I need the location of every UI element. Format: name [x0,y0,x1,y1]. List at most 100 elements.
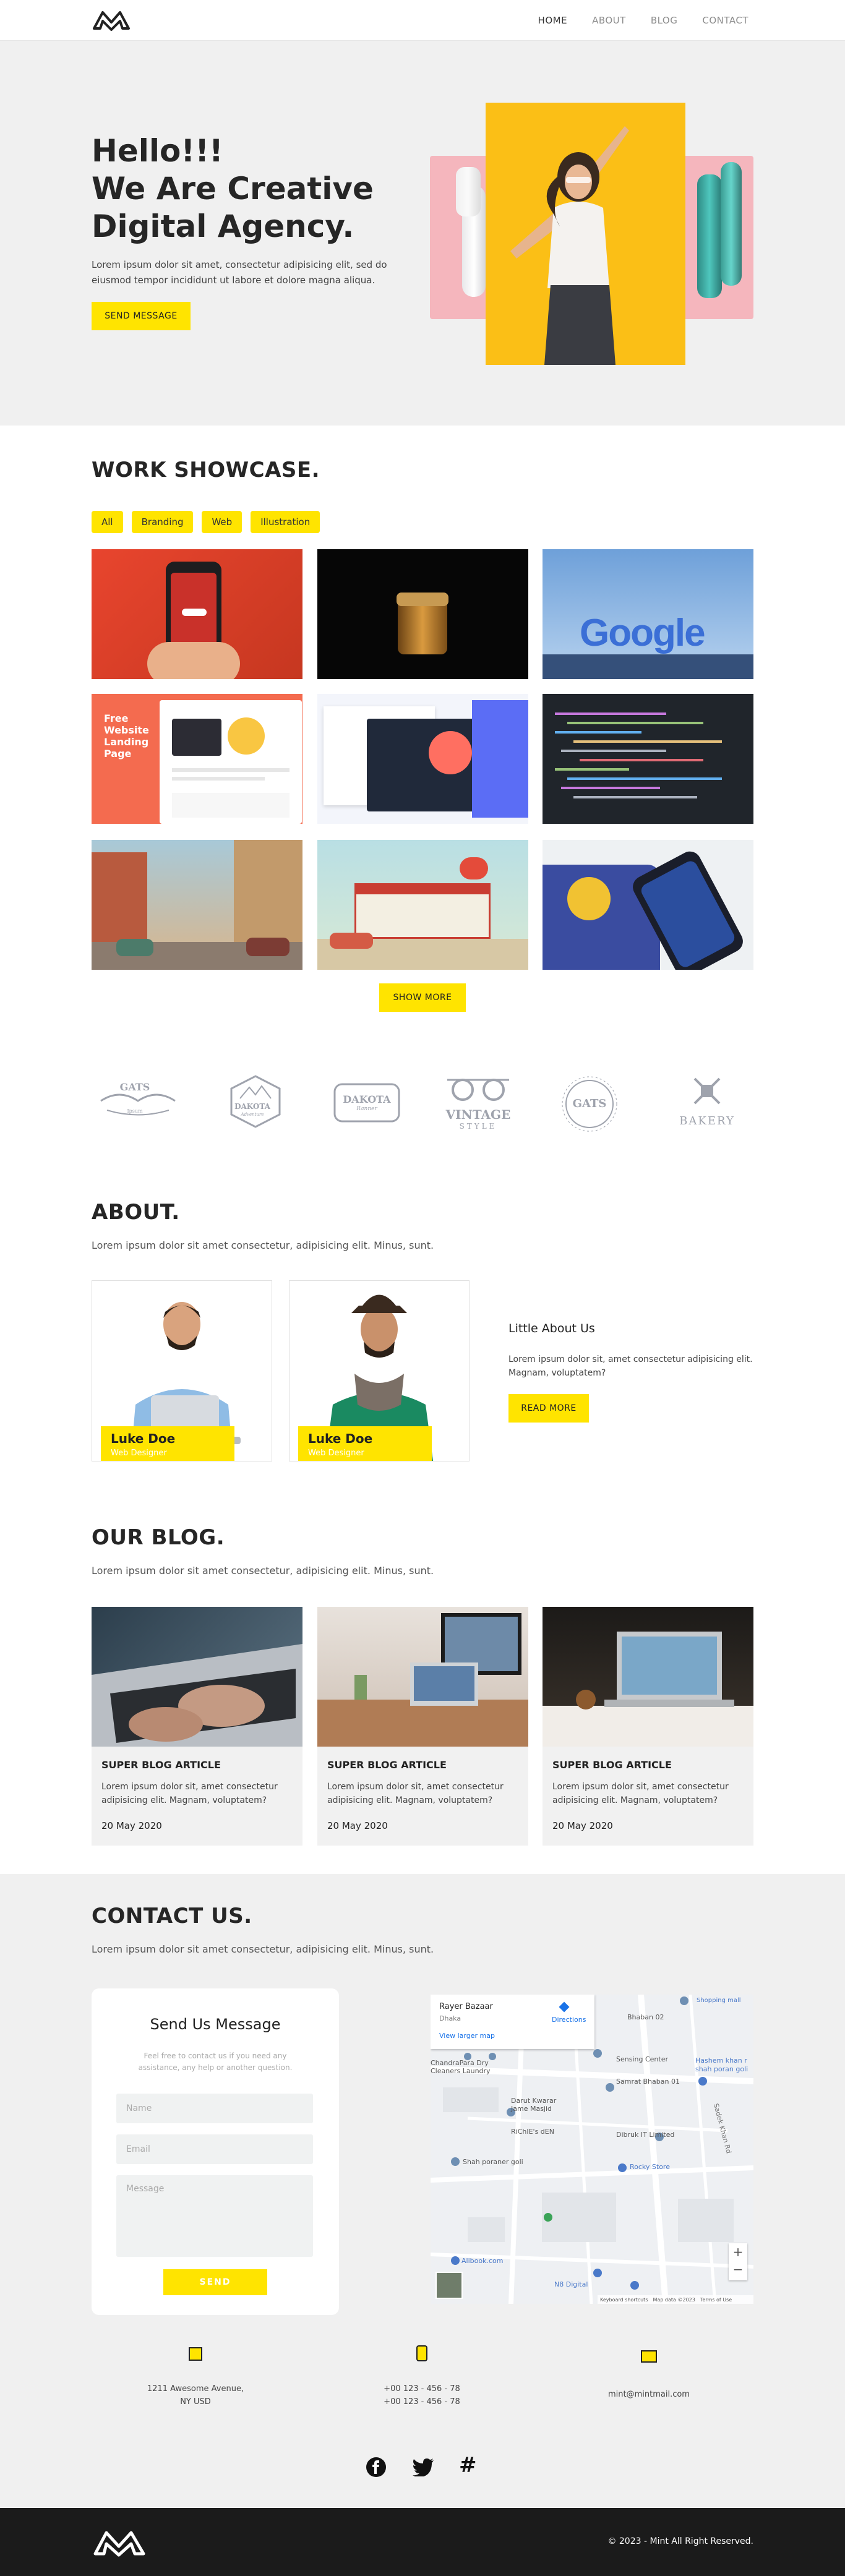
menu-about[interactable]: ABOUT [592,15,626,26]
directions-icon[interactable] [559,2001,570,2013]
brand-logo-bakery: BAKERY [670,1072,744,1128]
portfolio-item[interactable] [543,840,753,970]
brand-logo-dakota: DAKOTA Adventure [225,1074,286,1132]
bottle-image [721,162,742,286]
dancing-woman-illustration [510,126,629,365]
map-label: Shopping mall [697,1997,741,2004]
map-satellite-toggle[interactable] [435,2272,463,2299]
blog-card-title[interactable]: SUPER BLOG ARTICLE [101,1759,221,1771]
brand-logo-gats-badge: GATS [555,1070,624,1140]
copyright-text: © 2023 - Mint All Right Reserved. [607,2536,753,2546]
filter-web[interactable]: Web [202,511,242,533]
hero-line-3: Digital Agency. [92,208,354,244]
phone-icon [416,2345,427,2361]
map-label: shah poran goli [695,2065,748,2073]
map-label: N8 Digital [554,2280,588,2288]
about-side-title: Little About Us [508,1322,595,1335]
blog-image [92,1607,302,1747]
name-field[interactable]: Name [116,2094,313,2123]
twitter-icon[interactable] [412,2458,434,2476]
blog-card-date: 20 May 2020 [552,1820,613,1831]
google-map[interactable]: Rayer Bazaar Dhaka View larger map Direc… [431,1995,753,2304]
portfolio-item[interactable] [317,694,528,824]
team-card: Luke Doe Web Designer [289,1280,470,1461]
location-icon [189,2347,202,2361]
main-menu: HOME ABOUT BLOG CONTACT [538,15,748,26]
team-card: Luke Doe Web Designer [92,1280,272,1461]
show-more-button[interactable]: SHOW MORE [379,983,466,1012]
map-label: Alibook.com [461,2257,504,2265]
logo-icon[interactable] [92,7,131,32]
hero-photo [486,103,685,365]
portfolio-item[interactable]: Google [543,549,753,679]
send-message-button[interactable]: SEND MESSAGE [92,302,191,330]
about-side-text: Lorem ipsum dolor sit, amet consectetur … [508,1354,753,1378]
blog-card-title[interactable]: SUPER BLOG ARTICLE [552,1759,672,1771]
google-sign: Google [580,612,706,654]
filter-illustration[interactable]: Illustration [251,511,320,533]
blog-lead: Lorem ipsum dolor sit amet consectetur, … [92,1565,434,1577]
map-terms-link[interactable]: Terms of Use [700,2297,732,2303]
blog-title: OUR BLOG. [92,1525,225,1550]
filter-all[interactable]: All [92,511,123,533]
filter-branding[interactable]: Branding [131,511,194,533]
blog-card-date: 20 May 2020 [327,1820,388,1831]
blog-card[interactable]: SUPER BLOG ARTICLE Lorem ipsum dolor sit… [317,1607,528,1846]
blog-card-text: Lorem ipsum dolor sit, amet consectetur … [101,1782,278,1805]
map-city: Dhaka [439,2014,461,2022]
portfolio-item[interactable] [92,840,302,970]
view-larger-map-link[interactable]: View larger map [439,2032,495,2040]
team-member-name: Luke Doe [308,1431,373,1446]
zoom-out-button[interactable]: − [729,2262,747,2277]
portfolio-item[interactable]: Free Website Landing Page [92,694,302,824]
contact-email[interactable]: mint@mintmail.com [588,2390,710,2399]
mail-icon [641,2350,657,2363]
portfolio-item[interactable] [317,549,528,679]
menu-contact[interactable]: CONTACT [702,15,748,26]
form-title: Send Us Message [150,2016,281,2033]
blog-card-text: Lorem ipsum dolor sit, amet consectetur … [327,1782,504,1805]
directions-link[interactable]: Directions [552,2016,586,2024]
email-field[interactable]: Email [116,2134,313,2164]
brand-logo-dakota-ranner: DAKOTA Ranner [333,1082,401,1126]
map-label: Sensing Center [616,2055,668,2063]
map-label: Rocky Store [630,2163,670,2171]
message-field[interactable]: Message [116,2175,313,2257]
hero-line-2: We Are Creative [92,171,374,207]
landing-page-label: Free Website Landing Page [104,712,149,760]
menu-blog[interactable]: BLOG [651,15,678,26]
blog-image [317,1607,528,1747]
about-title: ABOUT. [92,1200,180,1225]
blog-card[interactable]: SUPER BLOG ARTICLE Lorem ipsum dolor sit… [92,1607,302,1846]
hashtag-icon[interactable]: # [459,2453,477,2478]
portfolio-item[interactable] [92,549,302,679]
map-label: Hashem khan r [695,2056,747,2065]
hero-section: Hello!!! We Are Creative Digital Agency.… [0,41,845,426]
read-more-button[interactable]: READ MORE [508,1394,589,1423]
send-button[interactable]: SEND [163,2269,267,2295]
map-label: Shah poraner goli [463,2158,523,2166]
footer-logo-icon[interactable] [92,2527,147,2557]
phone-line-1[interactable]: +00 123 - 456 - 78 [384,2384,460,2394]
hero-line-1: Hello!!! [92,133,223,169]
portfolio-item[interactable] [543,694,753,824]
map-label: Darut Kwarar Jame Masjid [511,2097,557,2113]
zoom-in-button[interactable]: + [729,2244,747,2259]
menu-home[interactable]: HOME [538,15,568,26]
portfolio-item[interactable] [317,840,528,970]
brand-logo-gats: GATS Ipsum [92,1081,184,1122]
form-hint: Feel free to contact us if you need any … [138,2052,293,2072]
blog-card-title[interactable]: SUPER BLOG ARTICLE [327,1759,447,1771]
map-place: Rayer Bazaar [439,2002,493,2011]
map-info-card: Rayer Bazaar Dhaka View larger map Direc… [431,1995,594,2049]
map-keyboard-shortcuts[interactable]: Keyboard shortcuts [600,2297,648,2303]
team-member-role: Web Designer [308,1448,364,1458]
blog-card-date: 20 May 2020 [101,1820,162,1831]
team-member-name: Luke Doe [111,1431,176,1446]
blog-card[interactable]: SUPER BLOG ARTICLE Lorem ipsum dolor sit… [543,1607,753,1846]
contact-address: 1211 Awesome Avenue, NY USD [136,2382,255,2408]
facebook-icon[interactable] [366,2457,387,2478]
top-navbar: HOME ABOUT BLOG CONTACT [0,0,845,41]
phone-line-2[interactable]: +00 123 - 456 - 78 [384,2397,460,2407]
contact-form: Send Us Message Feel free to contact us … [92,1988,339,2315]
